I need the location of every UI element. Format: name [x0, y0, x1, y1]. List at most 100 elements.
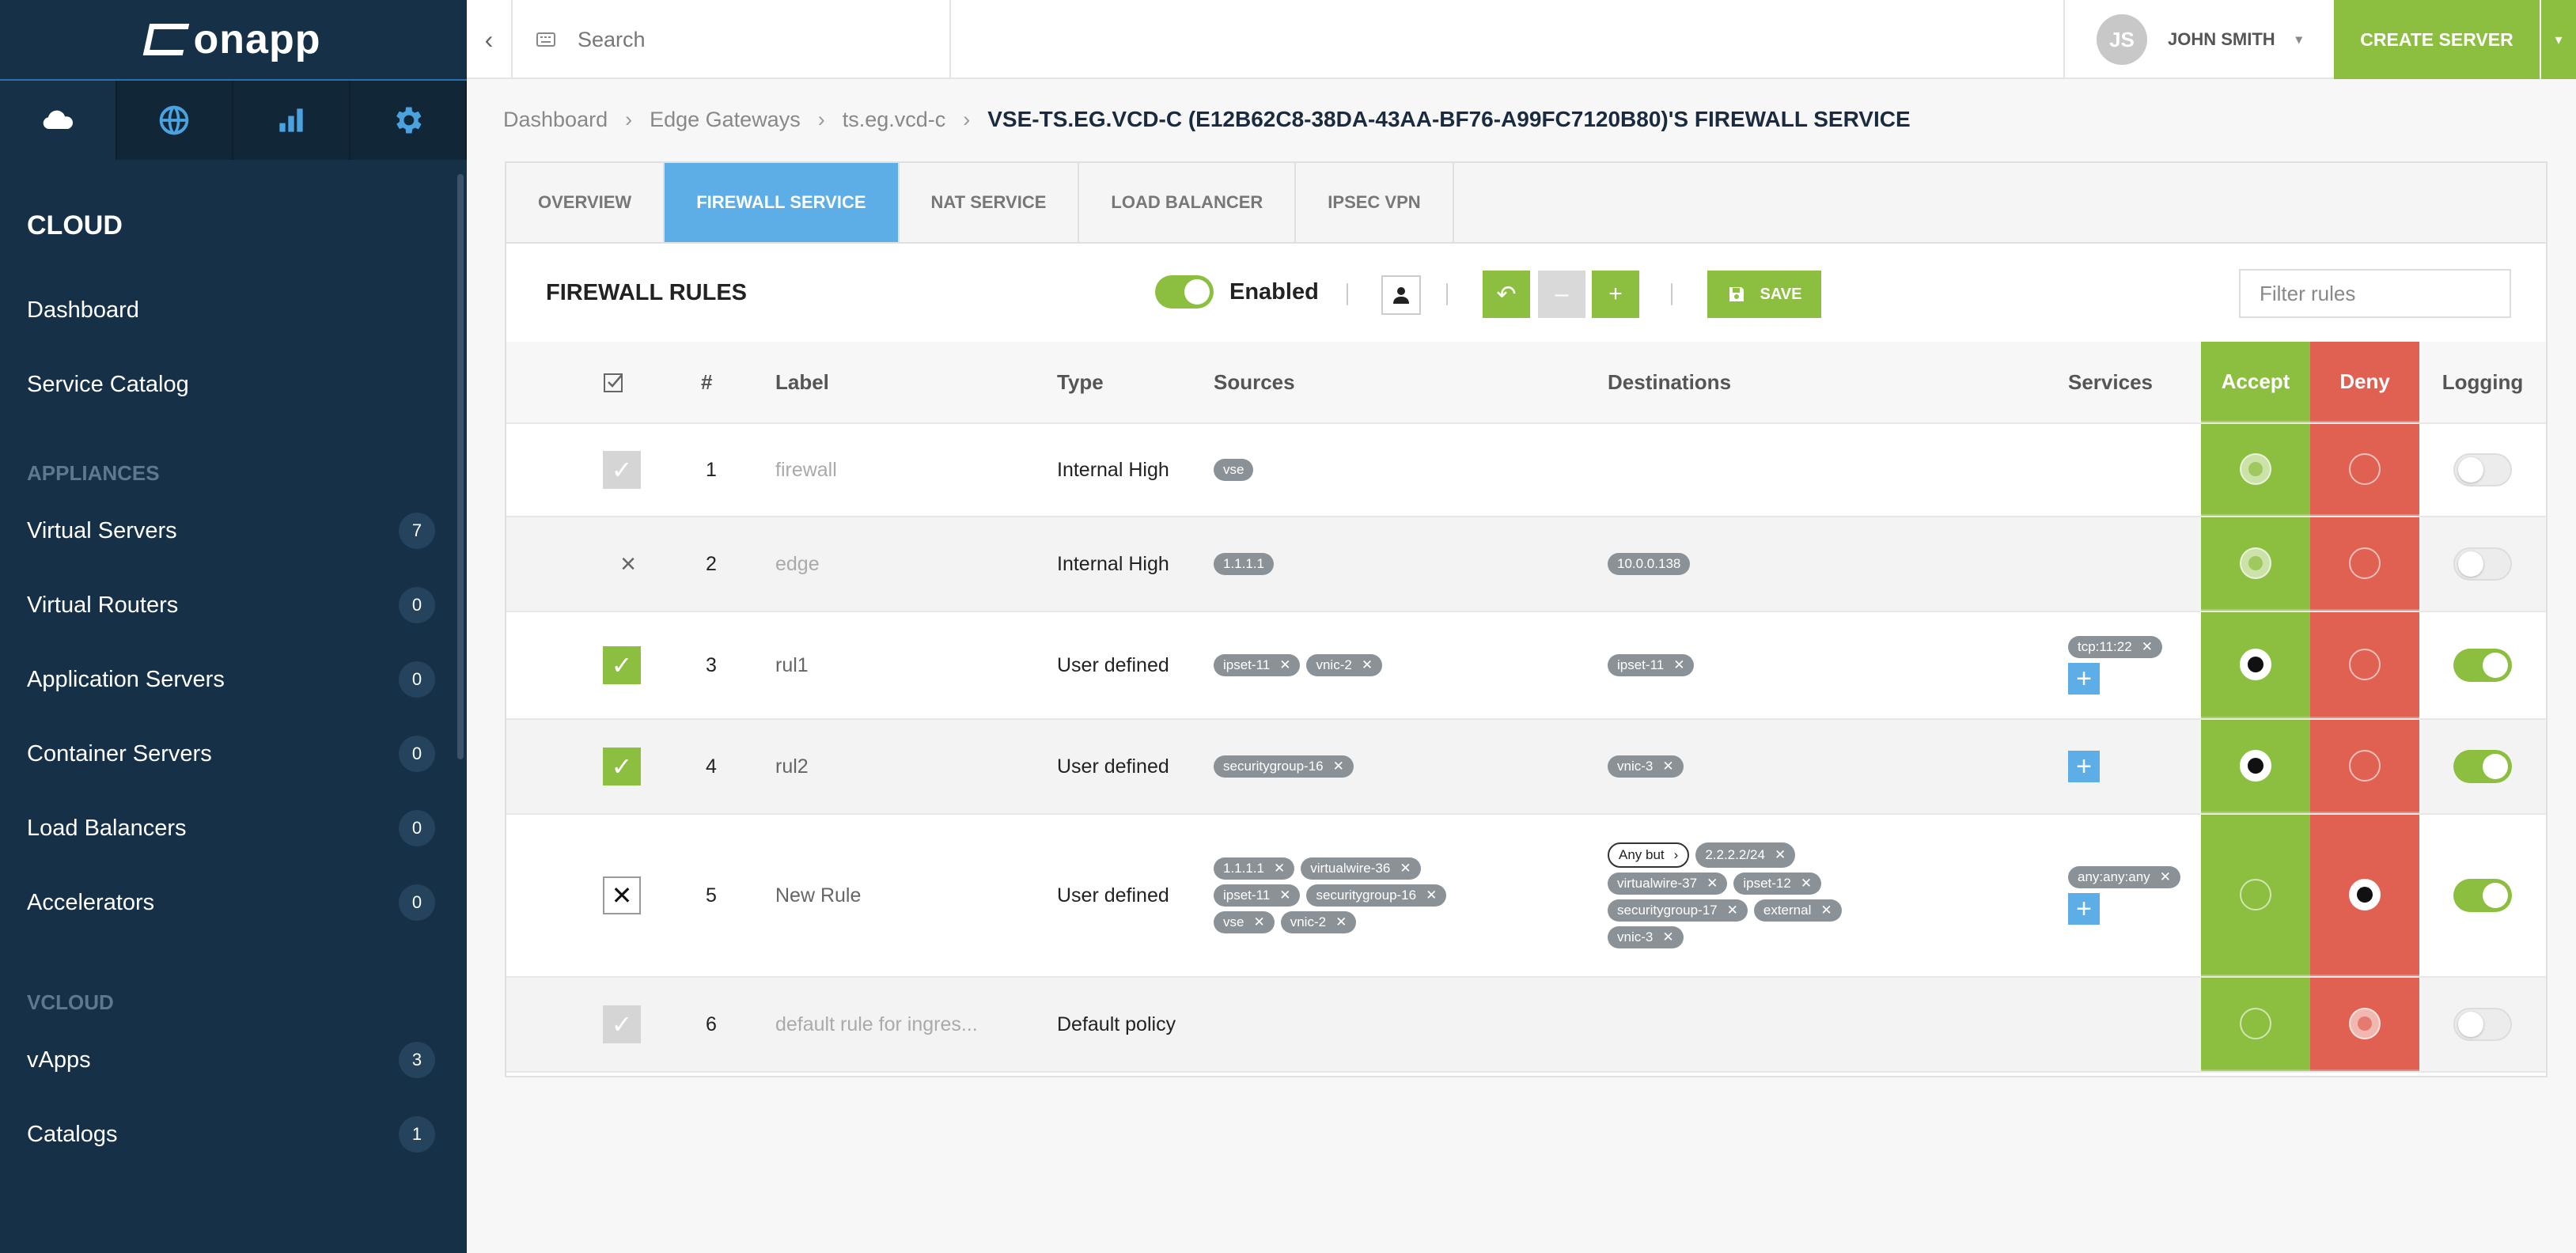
tab-nat-service[interactable]: NAT SERVICE [900, 163, 1080, 242]
sidebar-item-container-servers[interactable]: Container Servers 0 [0, 717, 467, 791]
row-checkbox[interactable]: ✓ [603, 748, 641, 785]
tab-settings[interactable] [350, 81, 467, 160]
add-service-button[interactable]: + [2068, 751, 2100, 782]
tab-overview[interactable]: OVERVIEW [506, 163, 665, 242]
deny-radio[interactable] [2349, 750, 2381, 782]
row-label: New Rule [775, 884, 862, 907]
sidebar-item-accelerators[interactable]: Accelerators 0 [0, 865, 467, 940]
remove-tag-icon[interactable]: ✕ [1333, 759, 1344, 774]
deny-radio[interactable] [2349, 649, 2381, 680]
firewall-enabled-toggle[interactable] [1155, 275, 1214, 309]
remove-tag-icon[interactable]: ✕ [1362, 657, 1373, 673]
row-checkbox[interactable]: ✓ [603, 646, 641, 684]
create-server-dropdown[interactable]: ▾ [2541, 0, 2576, 79]
remove-tag-icon[interactable]: ✕ [1279, 657, 1290, 673]
onapp-logo[interactable]: onapp [0, 0, 467, 79]
create-server-button[interactable]: CREATE SERVER [2334, 0, 2540, 79]
remove-rule-button[interactable]: – [1538, 271, 1585, 318]
accept-radio[interactable] [2240, 649, 2271, 680]
sidebar-item-virtual-servers[interactable]: Virtual Servers 7 [0, 494, 467, 568]
save-button[interactable]: SAVE [1707, 271, 1821, 318]
accept-radio[interactable] [2240, 453, 2271, 485]
accept-radio[interactable] [2240, 547, 2271, 579]
logging-toggle[interactable] [2453, 750, 2512, 783]
table-row[interactable]: ✓ 1 firewall Internal High vse [506, 424, 2546, 517]
logging-toggle[interactable] [2453, 649, 2512, 682]
table-row[interactable]: ✓ 6 default rule for ingres... Default p… [506, 978, 2546, 1073]
table-row[interactable]: ✕ 5 New Rule User defined 1.1.1.1 ✕ virtu… [506, 815, 2546, 978]
tab-ipsec-vpn[interactable]: IPSEC VPN [1296, 163, 1454, 242]
remove-tag-icon[interactable]: ✕ [1662, 929, 1673, 945]
tab-network[interactable] [116, 81, 233, 160]
row-checkbox[interactable]: ✓ [603, 451, 641, 489]
breadcrumb-dashboard[interactable]: Dashboard [503, 108, 608, 132]
sidebar-item-service-catalog[interactable]: Service Catalog [0, 347, 467, 422]
tag-text: tcp:11:22 [2078, 639, 2132, 654]
toolbar-divider [1347, 283, 1348, 305]
floppy-icon [1729, 287, 1744, 301]
remove-tag-icon[interactable]: ✕ [1820, 903, 1832, 918]
undo-button[interactable]: ↶ [1483, 271, 1530, 318]
filter-rules-input[interactable]: Filter rules [2239, 269, 2511, 318]
sidebar-item-virtual-routers[interactable]: Virtual Routers 0 [0, 568, 467, 642]
remove-tag-icon[interactable]: ✕ [1253, 914, 1264, 930]
row-checkbox[interactable]: × [609, 545, 647, 583]
add-rule-button[interactable]: + [1592, 271, 1639, 318]
tab-load-balancer[interactable]: LOAD BALANCER [1079, 163, 1297, 242]
breadcrumb-gateway[interactable]: ts.eg.vcd-c [843, 108, 946, 132]
remove-tag-icon[interactable]: ✕ [1274, 861, 1285, 876]
any-but-toggle[interactable]: Any but › [1608, 842, 1690, 868]
remove-tag-icon[interactable]: ✕ [1662, 759, 1673, 774]
accept-radio[interactable] [2240, 1008, 2271, 1039]
accept-radio[interactable] [2240, 750, 2271, 782]
row-checkbox[interactable]: ✕ [603, 876, 641, 914]
remove-tag-icon[interactable]: ✕ [1426, 888, 1437, 903]
logging-toggle[interactable] [2453, 547, 2512, 581]
deny-radio[interactable] [2349, 879, 2381, 910]
table-row[interactable]: × 2 edge Internal High 1.1.1.1 10.0.0.13… [506, 517, 2546, 612]
tab-firewall-service[interactable]: FIREWALL SERVICE [665, 163, 900, 242]
remove-tag-icon[interactable]: ✕ [2160, 869, 2171, 885]
deny-radio[interactable] [2349, 547, 2381, 579]
remove-tag-icon[interactable]: ✕ [1707, 876, 1718, 891]
logging-toggle[interactable] [2453, 453, 2512, 486]
row-checkbox[interactable]: ✓ [603, 1005, 641, 1043]
tab-stats[interactable] [233, 81, 350, 160]
row-label: rul2 [775, 755, 809, 778]
sidebar-item-load-balancers[interactable]: Load Balancers 0 [0, 791, 467, 865]
select-all-checkbox[interactable] [603, 342, 625, 422]
search-input[interactable]: Search [578, 28, 646, 52]
toolbar-divider [1446, 283, 1448, 305]
user-rules-button[interactable] [1381, 275, 1421, 315]
remove-tag-icon[interactable]: ✕ [1727, 903, 1738, 918]
remove-tag-icon[interactable]: ✕ [2142, 639, 2153, 655]
table-row[interactable]: ✓ 3 rul1 User defined ipset-11 ✕ vnic-2 ✕ … [506, 612, 2546, 720]
save-label: SAVE [1760, 285, 1802, 303]
destination-tag: securitygroup-17 ✕ [1608, 899, 1748, 922]
search-box[interactable]: Search [513, 0, 951, 79]
collapse-sidebar-button[interactable]: ‹ [467, 0, 513, 79]
table-row[interactable]: ✓ 4 rul2 User defined securitygroup-16 ✕ … [506, 720, 2546, 815]
sources-tags: securitygroup-16 ✕ [1214, 755, 1354, 778]
remove-tag-icon[interactable]: ✕ [1335, 914, 1347, 930]
sidebar-item-vapps[interactable]: vApps 3 [0, 1023, 467, 1097]
deny-radio[interactable] [2349, 1008, 2381, 1039]
sidebar-item-application-servers[interactable]: Application Servers 0 [0, 642, 467, 717]
sidebar-item-catalogs[interactable]: Catalogs 1 [0, 1097, 467, 1172]
user-menu[interactable]: JS JOHN SMITH ▾ [2063, 0, 2334, 79]
accept-radio[interactable] [2240, 879, 2271, 910]
tab-cloud[interactable] [0, 81, 117, 160]
remove-tag-icon[interactable]: ✕ [1279, 888, 1290, 903]
remove-tag-icon[interactable]: ✕ [1801, 876, 1812, 891]
remove-tag-icon[interactable]: ✕ [1400, 861, 1411, 876]
deny-radio[interactable] [2349, 453, 2381, 485]
sidebar-item-dashboard[interactable]: Dashboard [0, 273, 467, 347]
remove-tag-icon[interactable]: ✕ [1775, 847, 1786, 863]
logging-toggle[interactable] [2453, 1008, 2512, 1041]
breadcrumb-edge-gateways[interactable]: Edge Gateways [650, 108, 801, 132]
add-service-button[interactable]: + [2068, 663, 2100, 695]
logging-toggle[interactable] [2453, 879, 2512, 912]
add-service-button[interactable]: + [2068, 893, 2100, 925]
remove-tag-icon[interactable]: ✕ [1673, 657, 1684, 673]
sidebar-scrollbar[interactable] [457, 174, 464, 759]
